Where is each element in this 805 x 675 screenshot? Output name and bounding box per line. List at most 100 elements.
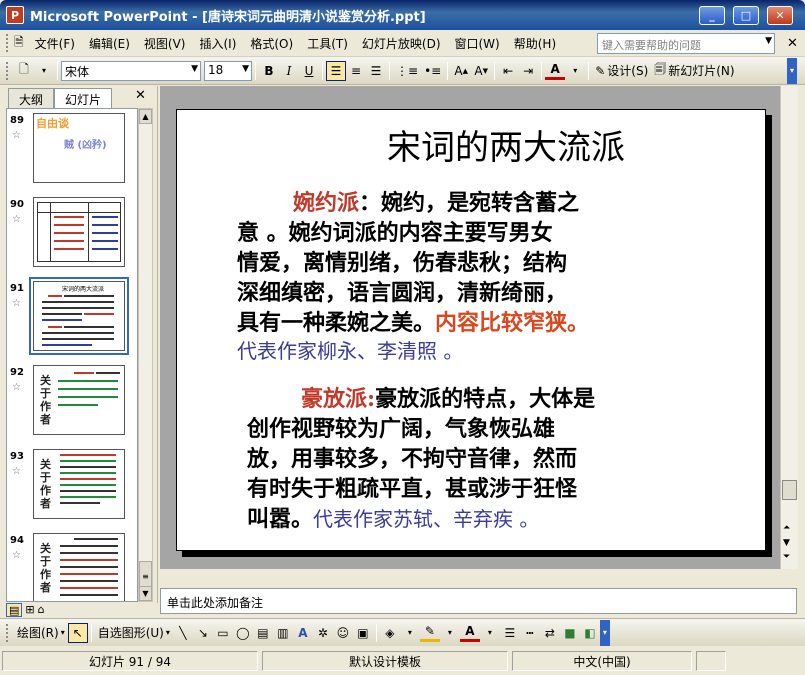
slide-canvas[interactable]: 宋词的两大流派 婉约派：婉约，是宛转含蓄之 意 。婉约词派的内容主要写男女 情爱… [176, 109, 766, 551]
slide-scrollbar[interactable]: ⏶ ▼ ⏷ [780, 86, 798, 569]
menu-format[interactable]: 格式(O) [243, 35, 300, 52]
toolbar-grip[interactable] [6, 61, 10, 80]
scroll-down-icon[interactable]: ▼ [139, 586, 152, 601]
close-doc-icon[interactable]: ✕ [787, 36, 798, 51]
paragraph-haofang[interactable]: 豪放派:豪放派的特点，大体是 创作视野较为广阔，气象恢弘雄 放，用事较多，不拘守… [247, 384, 737, 534]
chevron-down-icon[interactable]: ▾ [400, 623, 420, 643]
increase-font-icon[interactable]: A ▲ [451, 61, 471, 81]
list-item[interactable]: 89 ☆ 自由谈 贼 (凶矜) [7, 113, 137, 191]
decrease-indent-icon[interactable]: ⇤ [498, 61, 518, 81]
menu-help[interactable]: 帮助(H) [507, 35, 563, 52]
underline-button[interactable]: U [299, 61, 319, 81]
clipart-icon[interactable]: ☺ [333, 623, 353, 643]
normal-view-icon[interactable]: ▤ [6, 603, 23, 617]
toolbar-grip[interactable] [6, 34, 10, 52]
bullet-list-icon[interactable]: •≡ [421, 61, 444, 81]
font-name-select[interactable]: 宋体 ▼ [61, 60, 201, 81]
list-item[interactable]: 91 ☆ 宋词的两大流派 [7, 277, 137, 359]
decrease-font-icon[interactable]: A ▼ [471, 61, 491, 81]
toolbar-grip[interactable] [6, 623, 10, 642]
chevron-down-icon[interactable]: ▾ [440, 623, 460, 643]
slide-thumbnail[interactable]: 关于作者 [33, 365, 125, 435]
prev-slide-icon[interactable]: ⏶ [783, 523, 790, 533]
toolbar-options-icon[interactable]: ▾ [599, 619, 610, 646]
align-center-icon[interactable]: ≡ [346, 61, 366, 81]
menu-tools[interactable]: 工具(T) [300, 35, 355, 52]
menu-file[interactable]: 文件(F) [28, 35, 82, 52]
list-item[interactable]: 93 ☆ 关于作者 [7, 449, 137, 527]
line-color-icon[interactable]: ✎ [419, 624, 440, 642]
chevron-down-icon[interactable]: ▼ [765, 36, 772, 46]
slide-thumbnail[interactable]: 关于作者 [33, 533, 125, 601]
dash-style-icon[interactable]: ┅ [520, 623, 540, 643]
document-icon[interactable]: 🗎 [14, 33, 24, 54]
rectangle-icon[interactable]: ▭ [213, 623, 233, 643]
bold-button[interactable]: B [259, 61, 279, 81]
help-search-input[interactable]: 键入需要帮助的问题 ▼ [597, 33, 775, 54]
menu-insert[interactable]: 插入(I) [192, 35, 243, 52]
minimize-button[interactable]: _ [699, 6, 725, 25]
slide-title[interactable]: 宋词的两大流派 [387, 120, 625, 169]
menu-view[interactable]: 视图(V) [137, 35, 193, 52]
slide-sorter-icon[interactable]: ⊞ [25, 603, 34, 617]
close-button[interactable]: ✕ [767, 6, 793, 25]
powerpoint-app-icon[interactable]: P [6, 6, 24, 24]
chevron-down-icon[interactable]: ▾ [34, 61, 54, 81]
menu-window[interactable]: 窗口(W) [448, 35, 507, 52]
thumbnail-scrollbar[interactable]: ▲ ≡ ▼ [138, 108, 153, 602]
tab-outline[interactable]: 大纲 [8, 88, 55, 108]
slide-thumbnail[interactable]: 关于作者 [33, 449, 125, 519]
line-icon[interactable]: ╲ [173, 623, 193, 643]
paragraph-wanyue[interactable]: 婉约派：婉约，是宛转含蓄之 意 。婉约词派的内容主要写男女 情爱，离情别绪，伤春… [237, 188, 717, 364]
fill-color-icon[interactable]: ◈ [380, 623, 400, 643]
toolbar-options-icon[interactable]: ▾ [787, 57, 797, 84]
list-item[interactable]: 92 ☆ 关于作者 [7, 365, 137, 443]
chevron-down-icon[interactable]: ▼ [242, 64, 249, 74]
notes-pane[interactable]: 单击此处添加备注 [160, 588, 797, 614]
new-document-icon[interactable]: 🗋 [14, 61, 34, 81]
chevron-down-icon[interactable]: ▼ [191, 64, 198, 74]
slideshow-icon[interactable]: ⌂ [38, 603, 45, 617]
maximize-button[interactable]: □ [733, 6, 759, 25]
slide-thumbnail-selected[interactable]: 宋词的两大流派 [29, 277, 129, 355]
slide-thumbnail[interactable]: 自由谈 贼 (凶矜) [33, 113, 125, 183]
menu-slideshow[interactable]: 幻灯片放映(D) [355, 35, 448, 52]
italic-button[interactable]: I [279, 61, 299, 81]
tab-slides[interactable]: 幻灯片 [54, 88, 113, 108]
vertical-textbox-icon[interactable]: ▥ [273, 623, 293, 643]
diagram-icon[interactable]: ✲ [313, 623, 333, 643]
font-size-select[interactable]: 18 ▼ [204, 60, 252, 81]
autoshapes-button[interactable]: 自选图形(U) ▾ [95, 623, 173, 643]
slide-thumbnail[interactable] [33, 197, 125, 267]
slide-thumbnails: 89 ☆ 自由谈 贼 (凶矜) 90 ☆ 91 ☆ 宋词的两大流派 92 ☆ 关… [6, 108, 138, 602]
next-slide-icon[interactable]: ⏷ [783, 552, 790, 562]
3d-style-icon[interactable]: ◧ [580, 623, 600, 643]
increase-indent-icon[interactable]: ⇥ [518, 61, 538, 81]
wordart-icon[interactable]: A [293, 623, 313, 643]
arrow-style-icon[interactable]: ⇄ [540, 623, 560, 643]
chevron-down-icon[interactable]: ▾ [565, 61, 585, 81]
textbox-icon[interactable]: ▤ [253, 623, 273, 643]
list-item[interactable]: 94 ☆ 关于作者 [7, 533, 137, 601]
chevron-down-icon[interactable]: ▾ [480, 623, 500, 643]
scroll-up-icon[interactable]: ▲ [139, 109, 152, 124]
draw-menu-button[interactable]: 绘图(R) ▾ [14, 623, 68, 643]
scroll-down-icon[interactable]: ▼ [783, 538, 790, 548]
shadow-icon[interactable]: ■ [560, 623, 580, 643]
list-item[interactable]: 90 ☆ [7, 197, 137, 275]
scroll-thumb[interactable] [782, 480, 797, 500]
oval-icon[interactable]: ◯ [233, 623, 253, 643]
new-slide-button[interactable]: 🗐 新幻灯片(N) [651, 61, 737, 81]
numbered-list-icon[interactable]: ⋮≡ [393, 61, 421, 81]
design-button[interactable]: ✎ 设计(S) [592, 61, 651, 81]
font-color-icon[interactable]: A [545, 62, 566, 80]
menu-edit[interactable]: 编辑(E) [82, 35, 137, 52]
select-pointer-icon[interactable]: ↖ [67, 622, 88, 643]
line-style-icon[interactable]: ☰ [500, 623, 520, 643]
picture-icon[interactable]: ▣ [353, 623, 373, 643]
align-right-icon[interactable]: ☰ [366, 61, 386, 81]
close-icon[interactable]: ✕ [135, 88, 146, 103]
align-left-icon[interactable]: ☰ [326, 60, 346, 81]
arrow-icon[interactable]: ↘ [193, 623, 213, 643]
font-color-icon[interactable]: A [459, 624, 480, 642]
